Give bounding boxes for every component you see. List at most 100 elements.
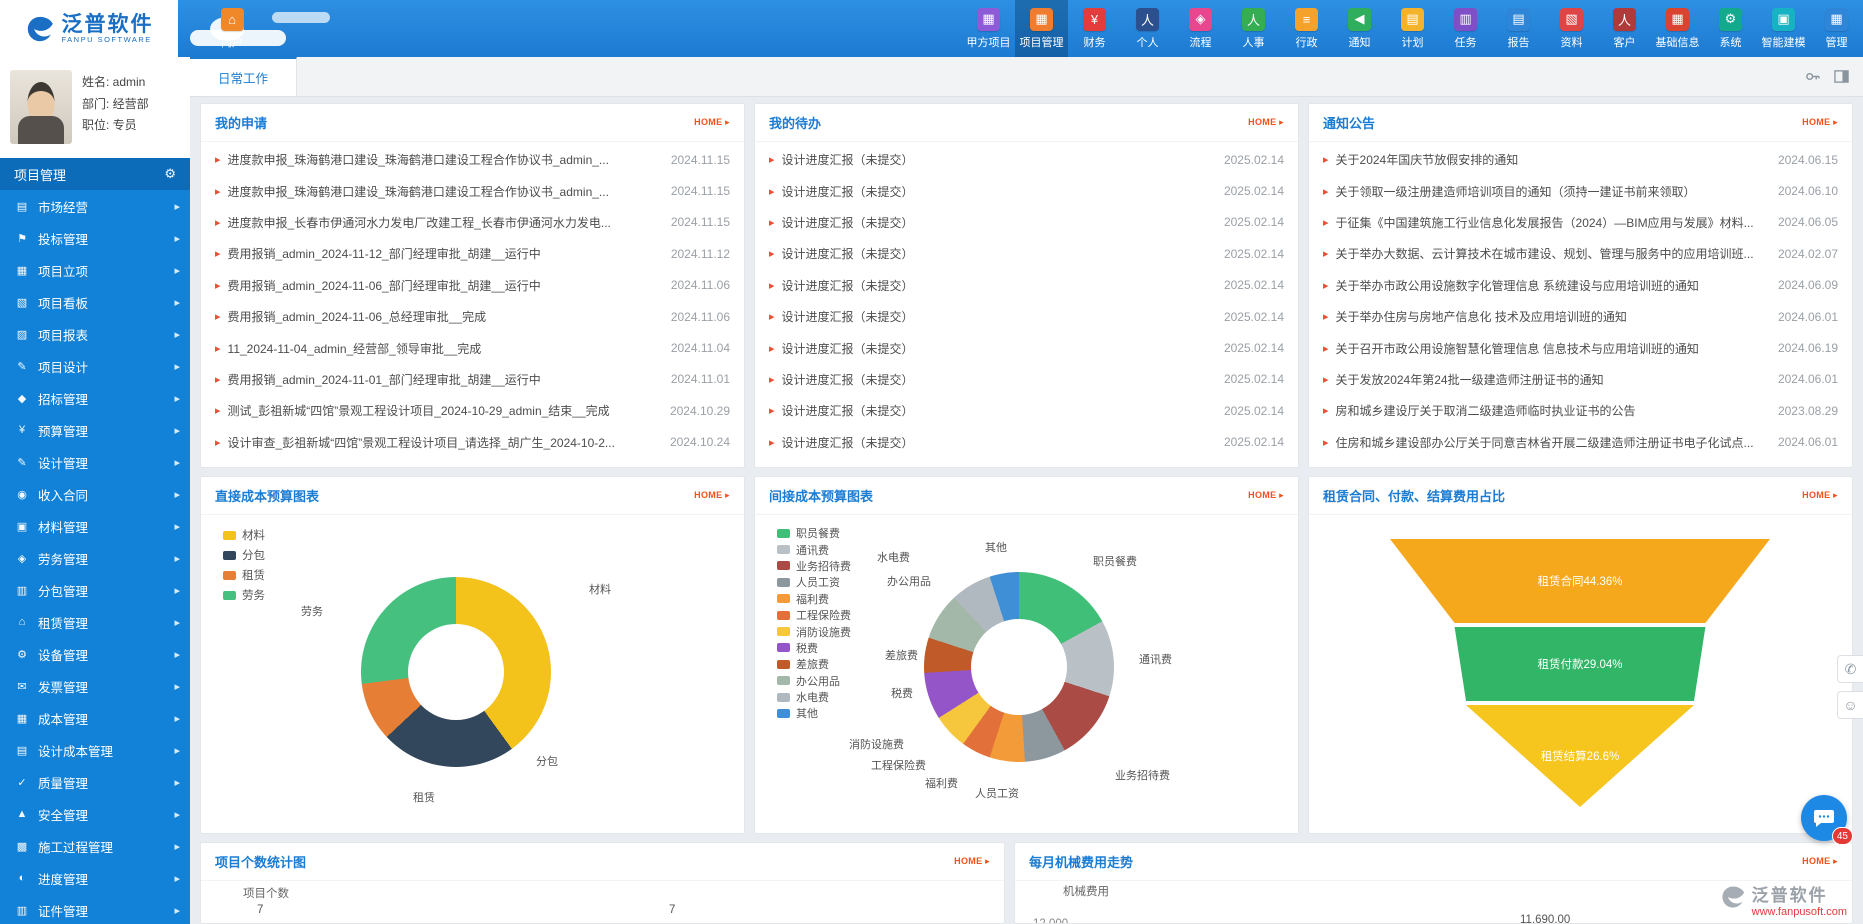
more-link[interactable]: HOME ▸ xyxy=(1248,117,1284,128)
notice-list-item[interactable]: ▸ 房和城乡建设厅关于取消二级建造师临时执业证书的公告 2023.08.29 xyxy=(1323,395,1838,426)
funnel-band[interactable]: 租赁合同44.36% xyxy=(1390,539,1770,623)
legend-item[interactable]: 工程保险费 xyxy=(777,607,851,623)
tab-daily-work[interactable]: 日常工作 xyxy=(190,57,297,96)
notice-list-item[interactable]: ▸ 关于召开市政公用设施智慧化管理信息 信息技术与应用培训班的通知 2024.0… xyxy=(1323,332,1838,363)
top-nav-item[interactable]: 人 人事 xyxy=(1227,0,1280,57)
legend-item[interactable]: 通讯费 xyxy=(777,541,851,557)
legend-item[interactable]: 其他 xyxy=(777,705,851,721)
notice-list-item[interactable]: ▸ 关于举办大数据、云计算技术在城市建设、规划、管理与服务中的应用培训班... … xyxy=(1323,238,1838,269)
notice-list-item[interactable]: ▸ 住房和城乡建设部办公厅关于同意吉林省开展二级建造师注册证书电子化试点... … xyxy=(1323,427,1838,458)
application-list-item[interactable]: ▸ 进度款申报_珠海鹤港口建设_珠海鹤港口建设工程合作协议书_admin_...… xyxy=(215,144,730,175)
sidebar-menu-item[interactable]: ▦ 项目立项 ▸ xyxy=(0,254,190,286)
top-nav-item[interactable]: ⚙ 系统 xyxy=(1704,0,1757,57)
sidebar-menu-item[interactable]: ✎ 项目设计 ▸ xyxy=(0,350,190,382)
application-list-item[interactable]: ▸ 费用报销_admin_2024-11-12_部门经理审批_胡建__运行中 2… xyxy=(215,238,730,269)
sidebar-menu-item[interactable]: ▦ 成本管理 ▸ xyxy=(0,702,190,734)
notice-list-item[interactable]: ▸ 关于举办住房与房地产信息化 技术及应用培训班的通知 2024.06.01 xyxy=(1323,301,1838,332)
sidebar-menu-item[interactable]: ▩ 施工过程管理 ▸ xyxy=(0,830,190,862)
panel-toggle-icon[interactable] xyxy=(1834,69,1849,84)
top-nav-item[interactable]: ▦ 基础信息 xyxy=(1651,0,1704,57)
sidebar-menu-item[interactable]: ▧ 项目看板 ▸ xyxy=(0,286,190,318)
legend-item[interactable]: 分包 xyxy=(223,545,265,565)
top-nav-item[interactable]: ▥ 任务 xyxy=(1439,0,1492,57)
todo-list-item[interactable]: ▸ 设计进度汇报（未提交） 2025.02.14 xyxy=(769,364,1284,395)
top-nav-item[interactable]: 人 个人 xyxy=(1121,0,1174,57)
sidebar-menu-item[interactable]: ⌂ 租赁管理 ▸ xyxy=(0,606,190,638)
sidebar-menu-item[interactable]: ✓ 质量管理 ▸ xyxy=(0,766,190,798)
application-list-item[interactable]: ▸ 进度款申报_长春市伊通河水力发电厂改建工程_长春市伊通河水力发电... 20… xyxy=(215,207,730,238)
todo-list-item[interactable]: ▸ 设计进度汇报（未提交） 2025.02.14 xyxy=(769,332,1284,363)
sidebar-menu-item[interactable]: ✉ 发票管理 ▸ xyxy=(0,670,190,702)
application-list-item[interactable]: ▸ 测试_彭祖新城“四馆”景观工程设计项目_2024-10-29_admin_结… xyxy=(215,395,730,426)
notice-list-item[interactable]: ▸ 于征集《中国建筑施工行业信息化发展报告（2024）—BIM应用与发展》材料.… xyxy=(1323,207,1838,238)
top-nav-item[interactable]: ▤ 报告 xyxy=(1492,0,1545,57)
sidebar-menu-item[interactable]: ▥ 分包管理 ▸ xyxy=(0,574,190,606)
todo-list-item[interactable]: ▸ 设计进度汇报（未提交） 2025.02.14 xyxy=(769,144,1284,175)
legend-item[interactable]: 福利费 xyxy=(777,591,851,607)
sidebar-menu-item[interactable]: ▥ 证件管理 ▸ xyxy=(0,894,190,924)
top-nav-item[interactable]: ¥ 财务 xyxy=(1068,0,1121,57)
sidebar-menu-item[interactable]: ▨ 项目报表 ▸ xyxy=(0,318,190,350)
sidebar-menu-item[interactable]: ▲ 安全管理 ▸ xyxy=(0,798,190,830)
top-nav-item[interactable]: ▤ 计划 xyxy=(1386,0,1439,57)
notice-list-item[interactable]: ▸ 关于2024年国庆节放假安排的通知 2024.06.15 xyxy=(1323,144,1838,175)
sidebar-menu-item[interactable]: ¥ 预算管理 ▸ xyxy=(0,414,190,446)
application-list-item[interactable]: ▸ 11_2024-11-04_admin_经营部_领导审批__完成 2024.… xyxy=(215,332,730,363)
top-nav-item[interactable]: ▦ 甲方项目 xyxy=(962,0,1015,57)
todo-list-item[interactable]: ▸ 设计进度汇报（未提交） 2025.02.14 xyxy=(769,207,1284,238)
contact-tab[interactable]: ✆ xyxy=(1837,655,1863,683)
todo-list-item[interactable]: ▸ 设计进度汇报（未提交） 2025.02.14 xyxy=(769,301,1284,332)
legend-item[interactable]: 职员餐费 xyxy=(777,525,851,541)
funnel-band[interactable]: 租赁付款29.04% xyxy=(1390,627,1770,701)
top-nav-item[interactable]: ▦ 管理 xyxy=(1810,0,1863,57)
sidebar-menu-item[interactable]: ◈ 劳务管理 ▸ xyxy=(0,542,190,574)
key-icon[interactable] xyxy=(1805,69,1820,84)
legend-item[interactable]: 业务招待费 xyxy=(777,558,851,574)
application-list-item[interactable]: ▸ 费用报销_admin_2024-11-06_总经理审批__完成 2024.1… xyxy=(215,301,730,332)
more-link[interactable]: HOME ▸ xyxy=(1248,490,1284,501)
todo-list-item[interactable]: ▸ 设计进度汇报（未提交） 2025.02.14 xyxy=(769,270,1284,301)
sidebar-menu-item[interactable]: ✎ 设计管理 ▸ xyxy=(0,446,190,478)
legend-item[interactable]: 差旅费 xyxy=(777,656,851,672)
top-nav-item[interactable]: ▣ 智能建模 xyxy=(1757,0,1810,57)
top-nav-item[interactable]: ◀ 通知 xyxy=(1333,0,1386,57)
top-nav-item[interactable]: ▧ 资料 xyxy=(1545,0,1598,57)
application-list-item[interactable]: ▸ 进度款申报_珠海鹤港口建设_珠海鹤港口建设工程合作协议书_admin_...… xyxy=(215,175,730,206)
rental-funnel-chart[interactable]: 租赁合同44.36% 租赁付款29.04% 租赁结算26.6% xyxy=(1390,539,1770,811)
sidebar-menu-item[interactable]: ▣ 材料管理 ▸ xyxy=(0,510,190,542)
top-nav-item[interactable]: ≡ 行政 xyxy=(1280,0,1333,57)
indirect-cost-donut-chart[interactable] xyxy=(924,572,1114,762)
sidebar-menu-item[interactable]: ▤ 设计成本管理 ▸ xyxy=(0,734,190,766)
legend-item[interactable]: 消防设施费 xyxy=(777,623,851,639)
more-link[interactable]: HOME ▸ xyxy=(1802,490,1838,501)
todo-list-item[interactable]: ▸ 设计进度汇报（未提交） 2025.02.14 xyxy=(769,175,1284,206)
top-nav-item[interactable]: ◈ 流程 xyxy=(1174,0,1227,57)
legend-item[interactable]: 劳务 xyxy=(223,585,265,605)
project-count-chart[interactable]: 项目个数 7 7 xyxy=(201,881,1004,923)
notice-list-item[interactable]: ▸ 关于领取一级注册建造师培训项目的通知（须持一建证书前来领取） 2024.06… xyxy=(1323,175,1838,206)
todo-list-item[interactable]: ▸ 设计进度汇报（未提交） 2025.02.14 xyxy=(769,427,1284,458)
top-nav-item[interactable]: ▦ 项目管理 xyxy=(1015,0,1068,57)
sidebar-menu-item[interactable]: ⚑ 投标管理 ▸ xyxy=(0,222,190,254)
notice-list-item[interactable]: ▸ 关于发放2024年第24批一级建造师注册证书的通知 2024.06.01 xyxy=(1323,364,1838,395)
funnel-band[interactable]: 租赁结算26.6% xyxy=(1390,705,1770,807)
smiley-tab[interactable]: ☺ xyxy=(1837,691,1863,719)
more-link[interactable]: HOME ▸ xyxy=(694,490,730,501)
sidebar-menu-item[interactable]: ◆ 招标管理 ▸ xyxy=(0,382,190,414)
legend-item[interactable]: 办公用品 xyxy=(777,673,851,689)
application-list-item[interactable]: ▸ 设计审查_彭祖新城“四馆”景观工程设计项目_请选择_胡广生_2024-10-… xyxy=(215,427,730,458)
direct-cost-donut-chart[interactable] xyxy=(361,577,551,767)
module-header[interactable]: 项目管理 ⚙ xyxy=(0,158,190,190)
application-list-item[interactable]: ▸ 费用报销_admin_2024-11-01_部门经理审批_胡建__运行中 2… xyxy=(215,364,730,395)
legend-item[interactable]: 人员工资 xyxy=(777,574,851,590)
sidebar-menu-item[interactable]: ◉ 收入合同 ▸ xyxy=(0,478,190,510)
application-list-item[interactable]: ▸ 费用报销_admin_2024-11-06_部门经理审批_胡建__运行中 2… xyxy=(215,270,730,301)
notice-list-item[interactable]: ▸ 关于举办市政公用设施数字化管理信息 系统建设与应用培训班的通知 2024.0… xyxy=(1323,270,1838,301)
legend-item[interactable]: 水电费 xyxy=(777,689,851,705)
nav-item-portal[interactable]: ⌂ 门户 xyxy=(200,0,264,57)
sidebar-menu-item[interactable]: ◐ 进度管理 ▸ xyxy=(0,862,190,894)
chat-button[interactable]: 45 xyxy=(1801,795,1847,841)
todo-list-item[interactable]: ▸ 设计进度汇报（未提交） 2025.02.14 xyxy=(769,395,1284,426)
more-link[interactable]: HOME ▸ xyxy=(694,117,730,128)
sidebar-menu-item[interactable]: ▤ 市场经营 ▸ xyxy=(0,190,190,222)
